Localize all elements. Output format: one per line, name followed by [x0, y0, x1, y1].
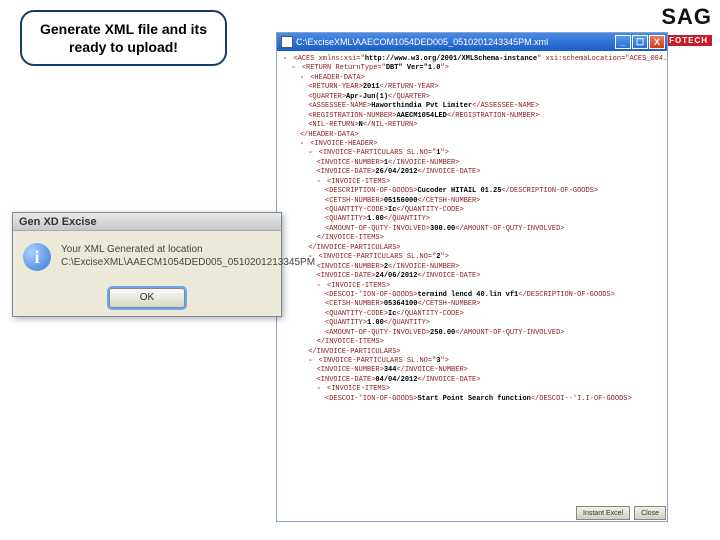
xml-line: - <INVOICE-ITEMS>	[283, 282, 661, 291]
xml-line: <INVOICE-NUMBER>2</INVOICE-NUMBER>	[283, 263, 661, 272]
xml-line: <QUANTITY>1.00</QUANTITY>	[283, 319, 661, 328]
xml-line: <DESCOI-'ION-OF-GOODS>Start Point Search…	[283, 395, 661, 404]
xml-line: <DESCOI-'ION-OF-GOODS>termind lencd 40.l…	[283, 291, 661, 300]
xml-viewer-window: C:\ExciseXML\AAECOM1054DED005_0510201243…	[276, 32, 668, 522]
logo-main: SAG	[655, 4, 712, 30]
dialog-message-line2: C:\ExciseXML\AAECM1054DED005_05102012133…	[61, 256, 315, 269]
xml-line: <NIL-RETURN>N</NIL-RETURN>	[283, 121, 661, 130]
xml-line: <RETURN-YEAR>2011</RETURN-YEAR>	[283, 83, 661, 92]
xml-line: </INVOICE-PARTICULARS>	[283, 348, 661, 357]
xml-line: <AMOUNT-OF-QUTY-INVOLVED>250.00</AMOUNT-…	[283, 329, 661, 338]
xml-content[interactable]: - <ACES xmlns:xsi="http://www.w3.org/200…	[277, 51, 667, 521]
maximize-button[interactable]: ☐	[632, 35, 648, 49]
xml-line: <CETSH-NUMBER>05156000</CETSH-NUMBER>	[283, 197, 661, 206]
xml-line: <INVOICE-NUMBER>1</INVOICE-NUMBER>	[283, 159, 661, 168]
window-titlebar[interactable]: C:\ExciseXML\AAECOM1054DED005_0510201243…	[277, 33, 667, 51]
ok-button[interactable]: OK	[109, 288, 185, 308]
callout-line1: Generate XML file and its	[40, 20, 207, 38]
xml-line: <ASSESSEE-NAME>Haworthindia Pvt Limiter<…	[283, 102, 661, 111]
xml-line: <QUANTITY-CODE>Ic</QUANTITY-CODE>	[283, 310, 661, 319]
xml-line: </INVOICE-ITEMS>	[283, 234, 661, 243]
xml-line: <INVOICE-DATE>04/04/2012</INVOICE-DATE>	[283, 376, 661, 385]
close-footer-button[interactable]: Close	[634, 506, 666, 520]
xml-line: <QUARTER>Apr-Jun(1)</QUARTER>	[283, 93, 661, 102]
xml-line: <INVOICE-DATE>24/06/2012</INVOICE-DATE>	[283, 272, 661, 281]
xml-line: <AMOUNT-OF-QUTY-INVOLVED>300.00</AMOUNT-…	[283, 225, 661, 234]
xml-line: <QUANTITY-CODE>Ic</QUANTITY-CODE>	[283, 206, 661, 215]
xml-line: <CETSH-NUMBER>05364100</CETSH-NUMBER>	[283, 300, 661, 309]
xml-line: - <HEADER-DATA>	[283, 74, 661, 83]
xml-line: <DESCRIPTION-OF-GOODS>Cucoder HITAIL 01.…	[283, 187, 661, 196]
xml-line: - <INVOICE-ITEMS>	[283, 385, 661, 394]
xml-line: - <RETURN ReturnType="DBT" Ver="1.0">	[283, 64, 661, 73]
minimize-button[interactable]: _	[615, 35, 631, 49]
xml-line: - <INVOICE-PARTICULARS SL.NO="2">	[283, 253, 661, 262]
xml-line: - <ACES xmlns:xsi="http://www.w3.org/200…	[283, 55, 661, 64]
message-dialog: Gen XD Excise i Your XML Generated at lo…	[12, 212, 282, 317]
xml-line: - <INVOICE-PARTICULARS SL.NO="1">	[283, 149, 661, 158]
dialog-title[interactable]: Gen XD Excise	[13, 213, 281, 231]
xml-line: </INVOICE-ITEMS>	[283, 338, 661, 347]
dialog-message: Your XML Generated at location C:\Excise…	[61, 243, 315, 269]
callout-line2: ready to upload!	[40, 38, 207, 56]
xml-line: <INVOICE-DATE>26/04/2012</INVOICE-DATE>	[283, 168, 661, 177]
file-icon	[281, 36, 293, 48]
xml-line: - <INVOICE-HEADER>	[283, 140, 661, 149]
close-button[interactable]: X	[649, 35, 665, 49]
instant-excel-button[interactable]: Instant Excel	[576, 506, 630, 520]
dialog-message-line1: Your XML Generated at location	[61, 243, 315, 256]
window-title: C:\ExciseXML\AAECOM1054DED005_0510201243…	[296, 37, 615, 47]
xml-line: - <INVOICE-PARTICULARS SL.NO="3">	[283, 357, 661, 366]
xml-line: <INVOICE-NUMBER>344</INVOICE-NUMBER>	[283, 366, 661, 375]
info-icon: i	[23, 243, 51, 271]
xml-line: </INVOICE-PARTICULARS>	[283, 244, 661, 253]
footer-buttons: Instant Excel Close	[576, 506, 666, 520]
xml-line: <QUANTITY>1.00</QUANTITY>	[283, 215, 661, 224]
instruction-callout: Generate XML file and its ready to uploa…	[20, 10, 227, 66]
xml-line: </HEADER-DATA>	[283, 131, 661, 140]
xml-line: - <INVOICE-ITEMS>	[283, 178, 661, 187]
xml-line: <REGISTRATION-NUMBER>AAECM1054LED</REGIS…	[283, 112, 661, 121]
